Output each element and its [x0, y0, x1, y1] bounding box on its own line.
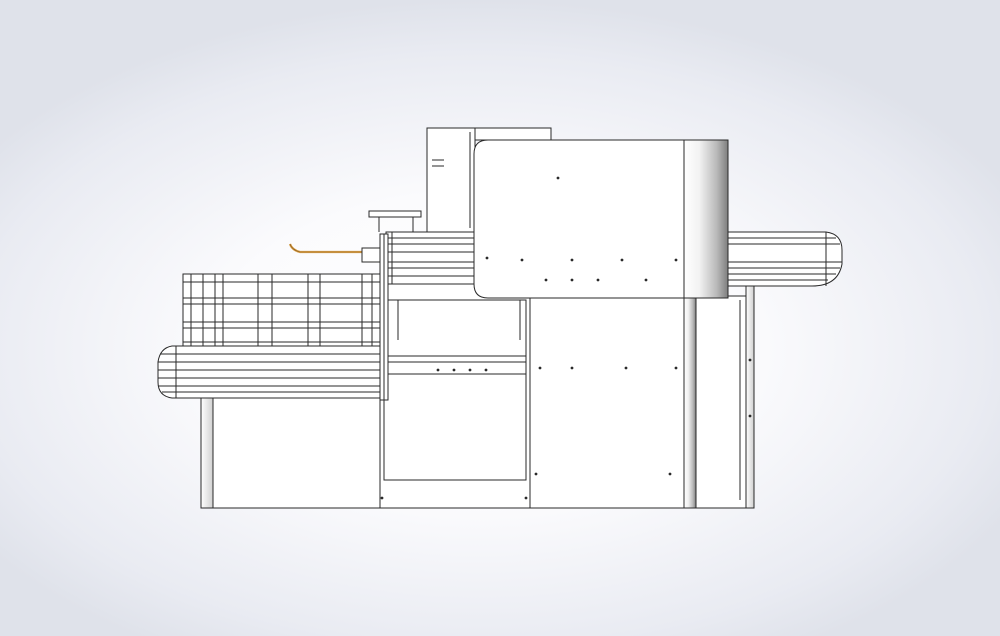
fastener-dot: [485, 256, 489, 260]
pull-handle[interactable]: [288, 243, 381, 263]
machine-side-view-drawing: [157, 127, 843, 509]
fastener-dot: [436, 368, 440, 372]
fastener-dot: [468, 368, 472, 372]
left-cabinet: [200, 397, 381, 509]
fastener-dot: [596, 278, 600, 282]
small-shelf: [368, 210, 422, 232]
inner-conveyor: [385, 231, 479, 285]
left-conveyor: [157, 345, 385, 399]
fastener-dot: [452, 368, 456, 372]
main-housing: [473, 139, 729, 299]
fastener-dot: [748, 358, 752, 362]
fastener-dot: [674, 366, 678, 370]
left-basket-table: [182, 273, 381, 349]
fastener-dot: [674, 258, 678, 262]
fastener-dot: [484, 368, 488, 372]
upright-posts: [379, 233, 389, 401]
fastener-dot: [520, 258, 524, 262]
fastener-dot: [748, 414, 752, 418]
fastener-dot: [644, 278, 648, 282]
fastener-dot: [570, 278, 574, 282]
fastener-dot: [668, 472, 672, 476]
fastener-dot: [544, 278, 548, 282]
right-cabinet: [529, 285, 755, 509]
fastener-dot: [524, 496, 528, 500]
fastener-dot: [556, 176, 560, 180]
fastener-dot: [624, 366, 628, 370]
fastener-dot: [380, 496, 384, 500]
fastener-dot: [538, 366, 542, 370]
cad-viewport[interactable]: [0, 0, 1000, 636]
fastener-dot: [570, 366, 574, 370]
fastener-dot: [534, 472, 538, 476]
fastener-dot: [620, 258, 624, 262]
lower-frame: [379, 283, 531, 509]
fastener-dot: [570, 258, 574, 262]
